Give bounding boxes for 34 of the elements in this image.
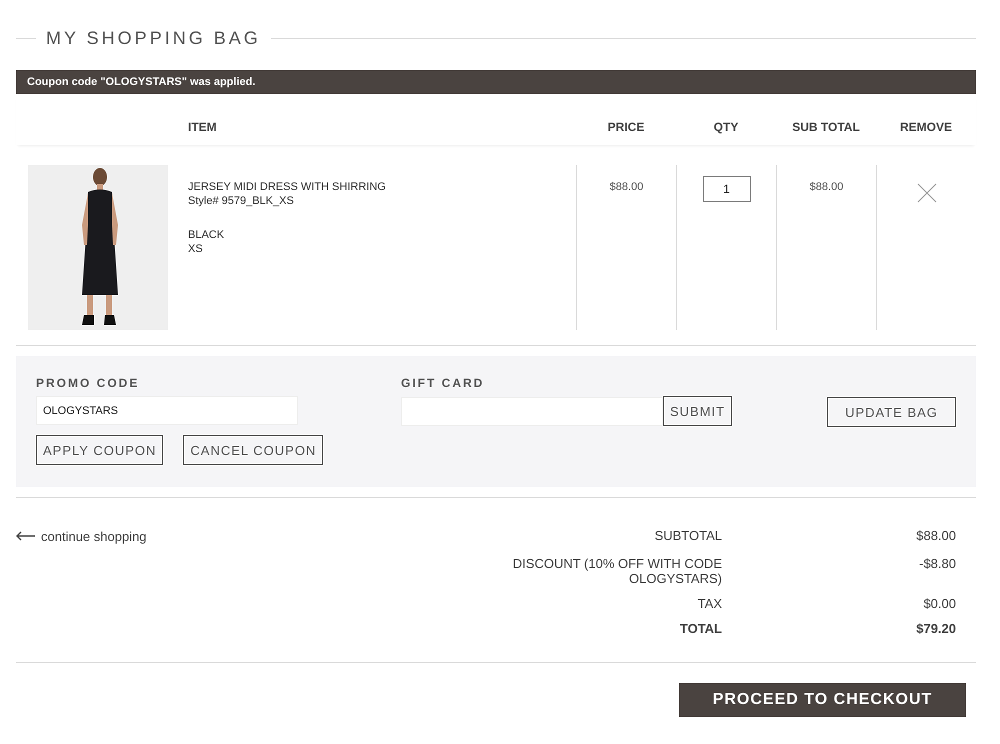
column-header: SUB TOTAL xyxy=(791,118,861,134)
subtotal: $88.00 xyxy=(810,181,844,195)
checkout-button[interactable]: PROCEED TO CHECKOUT xyxy=(679,683,966,717)
product-style: Style# 9579_BLK_XS xyxy=(188,194,295,208)
summary-label: SUBTOTAL xyxy=(654,528,722,545)
column-header: REMOVE xyxy=(898,118,953,134)
column-header: PRICE xyxy=(606,118,646,134)
page-title: MY SHOPPING BAG xyxy=(46,28,261,48)
quantity-field[interactable]: 1 xyxy=(702,176,750,202)
arrow-left-icon xyxy=(16,531,35,541)
close-button[interactable] xyxy=(916,183,936,203)
summary-value: -$8.80 xyxy=(918,556,956,573)
product-name: JERSEY MIDI DRESS WITH SHIRRING xyxy=(188,180,387,194)
continue-shopping-link[interactable]: continue shopping xyxy=(16,528,147,544)
promo-code-label: PROMO CODE xyxy=(36,376,140,390)
column-header: ITEM xyxy=(188,118,218,134)
total-label: TOTAL xyxy=(678,621,722,636)
gift-card-field[interactable] xyxy=(401,396,663,426)
summary-label: TAX xyxy=(696,596,722,611)
promo-code-field[interactable]: OLOGYSTARS xyxy=(36,396,298,425)
submit-button[interactable]: SUBMIT xyxy=(663,396,732,426)
coupon-button[interactable]: APPLY COUPON xyxy=(36,435,164,465)
gift-card-label: GIFT CARD xyxy=(401,376,486,390)
summary-value: $0.00 xyxy=(922,596,956,611)
total-value: $79.20 xyxy=(915,621,956,636)
update-bag-button[interactable]: UPDATE BAG xyxy=(827,397,956,427)
product-size: XS xyxy=(188,242,204,256)
price: $88.00 xyxy=(610,181,644,195)
summary-value: $88.00 xyxy=(915,528,956,545)
column-header: QTY xyxy=(712,118,740,134)
summary-label: DISCOUNT (10% OFF WITH CODE OLOGYSTARS) xyxy=(512,556,722,586)
product-color: BLACK xyxy=(188,228,226,242)
coupon-notice: Coupon code "OLOGYSTARS" was applied. xyxy=(16,70,976,94)
coupon-button[interactable]: CANCEL COUPON xyxy=(183,435,324,465)
